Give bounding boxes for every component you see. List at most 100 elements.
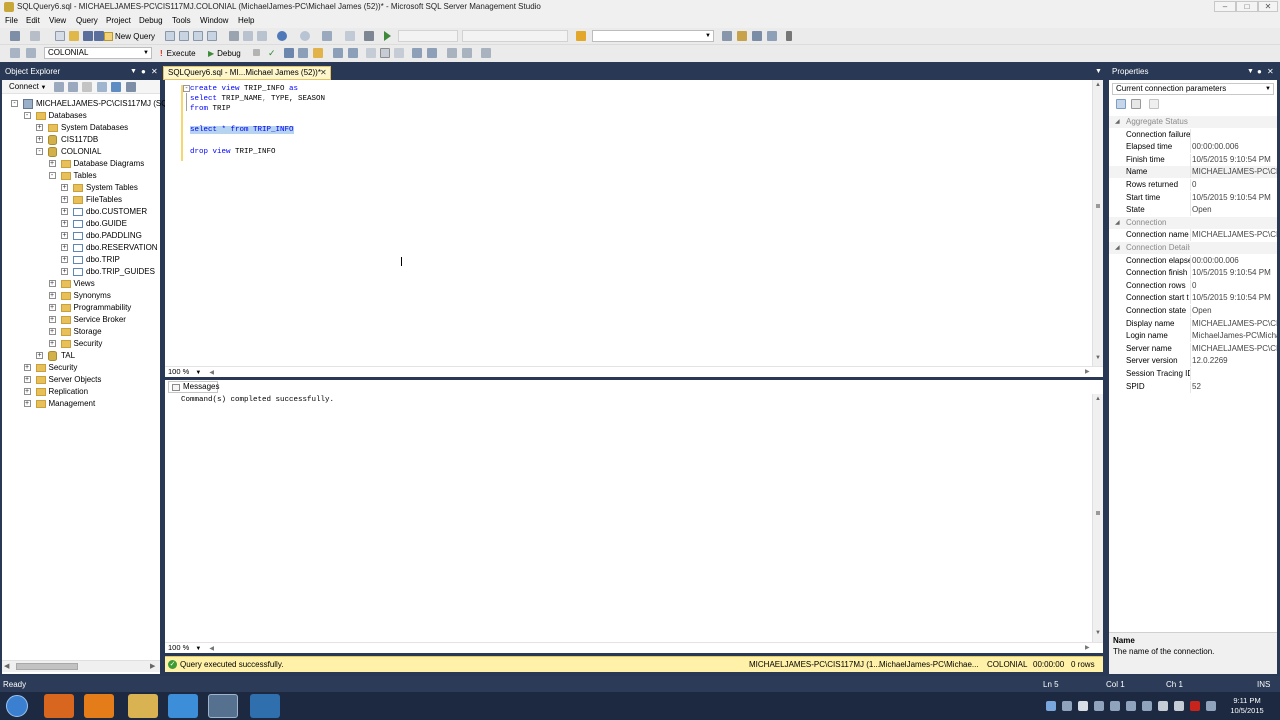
expand-icon[interactable]: + [48, 160, 56, 167]
collapse-icon[interactable]: - [23, 112, 31, 119]
expand-icon[interactable]: + [36, 136, 43, 143]
xmla-query-icon[interactable] [207, 31, 217, 41]
property-pages-icon[interactable] [1149, 99, 1159, 109]
tree-node-folder[interactable]: + Server Objects [2, 374, 160, 386]
forward-icon[interactable] [30, 31, 40, 41]
expand-icon[interactable]: + [48, 292, 56, 299]
database-select[interactable]: COLONIAL ▼ [44, 47, 152, 59]
property-row[interactable]: Server version 12.0.2269 [1109, 355, 1277, 368]
scroll-down-icon[interactable]: ▼ [1095, 630, 1101, 636]
expand-icon[interactable]: + [23, 400, 31, 407]
decrease-indent-icon[interactable] [447, 48, 457, 58]
results-grid-icon[interactable] [380, 48, 390, 58]
editor-zoom-level[interactable]: 100 % [168, 367, 189, 376]
volume-icon[interactable] [1174, 701, 1184, 711]
property-category[interactable]: ◢ Aggregate Status [1109, 116, 1277, 128]
new-file-icon[interactable] [55, 31, 65, 41]
comment-icon[interactable] [412, 48, 422, 58]
tree-node-folder[interactable]: - Databases [2, 110, 160, 122]
collapse-icon[interactable]: - [48, 172, 56, 179]
pin-icon[interactable]: ● [141, 66, 146, 78]
redo-icon[interactable] [300, 31, 310, 41]
firefox-icon[interactable] [44, 694, 74, 718]
menu-file[interactable]: File [5, 16, 18, 25]
execute-button[interactable]: ! Execute [160, 47, 196, 60]
splitter-handle[interactable] [1096, 204, 1100, 208]
query-designer-icon[interactable] [298, 48, 308, 58]
property-row[interactable]: Session Tracing ID [1109, 368, 1277, 380]
expand-icon[interactable]: + [23, 388, 31, 395]
disconnect-icon[interactable] [26, 48, 36, 58]
property-row[interactable]: SPID 52 [1109, 380, 1277, 393]
navigate-forward-icon[interactable] [345, 31, 355, 41]
tree-node-folder[interactable]: + FileTables [2, 194, 160, 206]
debug-button[interactable]: ▶ Debug [208, 47, 241, 60]
pane-options-icon[interactable]: ▼ [1247, 66, 1254, 78]
collapse-icon[interactable]: - [11, 100, 18, 107]
find-icon[interactable] [364, 31, 374, 41]
results-text-icon[interactable] [366, 48, 376, 58]
editor-vertical-scrollbar[interactable]: ▲ ▼ [1092, 80, 1103, 367]
start-icon[interactable] [384, 31, 391, 41]
results-vertical-scrollbar[interactable]: ▲ ▼ [1092, 394, 1103, 642]
alphabetical-icon[interactable] [1131, 99, 1141, 109]
tree-node-database[interactable]: + TAL [2, 350, 160, 362]
close-window-button[interactable]: ✕ [1258, 1, 1278, 12]
copy-icon[interactable] [243, 31, 253, 41]
scroll-left-icon[interactable]: ◀ [209, 646, 214, 652]
solution-platform-combo[interactable] [462, 30, 568, 42]
filter-icon[interactable] [97, 82, 107, 92]
menu-debug[interactable]: Debug [139, 16, 163, 25]
intellisense-icon[interactable] [313, 48, 323, 58]
properties-window-icon[interactable] [737, 31, 747, 41]
navigate-back-icon[interactable] [322, 31, 332, 41]
expand-icon[interactable]: + [23, 376, 31, 383]
expand-icon[interactable]: + [48, 328, 56, 335]
find-in-files-icon[interactable] [576, 31, 586, 41]
expand-icon[interactable]: + [61, 256, 68, 263]
property-category[interactable]: ◢ Connection Details [1109, 242, 1277, 254]
tree-node-folder[interactable]: + Storage [2, 326, 160, 338]
solution-config-combo[interactable] [398, 30, 458, 42]
close-pane-icon[interactable]: ✕ [1267, 66, 1274, 78]
expand-icon[interactable]: + [48, 280, 56, 287]
results-zoom-level[interactable]: 100 % [168, 643, 189, 652]
uncomment-icon[interactable] [427, 48, 437, 58]
tree-node-database[interactable]: + CIS117DB [2, 134, 160, 146]
expand-icon[interactable]: + [61, 196, 68, 203]
tree-node-table[interactable]: + dbo.TRIP [2, 254, 160, 266]
tree-node-folder[interactable]: + Views [2, 278, 160, 290]
property-row[interactable]: Connection failures [1109, 128, 1277, 141]
activity-monitor-icon[interactable] [126, 82, 136, 92]
maximize-button[interactable]: □ [1236, 1, 1258, 12]
property-row[interactable]: Connection nameMICHAELJAMES-PC\CIS117MJ [1109, 229, 1277, 242]
property-row[interactable]: State Open [1109, 204, 1277, 217]
property-row[interactable]: Connection state Open [1109, 305, 1277, 317]
tab-messages[interactable]: Messages [168, 381, 219, 393]
save-icon[interactable] [83, 31, 93, 41]
property-row[interactable]: Rows returned 0 [1109, 179, 1277, 191]
tree-node-folder[interactable]: + Security [2, 362, 160, 374]
client-stats-icon[interactable] [348, 48, 358, 58]
collapse-icon[interactable]: ◢ [1115, 242, 1120, 254]
property-row[interactable]: Display name MICHAELJAMES-PC\CIS117MJ [1109, 317, 1277, 330]
camtasia-icon[interactable] [250, 694, 280, 718]
property-row[interactable]: Server name MICHAELJAMES-PC\CIS117MJ [1109, 342, 1277, 355]
tray-icon[interactable] [1094, 701, 1104, 711]
expand-icon[interactable]: + [23, 364, 31, 371]
stop-icon[interactable] [82, 82, 92, 92]
object-explorer-icon[interactable] [752, 31, 762, 41]
open-icon[interactable] [69, 31, 79, 41]
property-row[interactable]: Connection finish 10/5/2015 9:10:54 PM [1109, 267, 1277, 280]
property-row[interactable]: Connection rows 0 [1109, 279, 1277, 292]
expand-icon[interactable]: + [61, 232, 68, 239]
menu-query[interactable]: Query [76, 16, 98, 25]
scroll-left-icon[interactable]: ◀ [4, 662, 9, 670]
adobe-tray-icon[interactable] [1190, 701, 1200, 711]
expand-icon[interactable]: + [61, 220, 68, 227]
tree-node-folder[interactable]: + System Databases [2, 122, 160, 134]
media-player-icon[interactable] [84, 694, 114, 718]
analysis-query-icon[interactable] [179, 31, 189, 41]
tree-node-server[interactable]: -MICHAELJAMES-PC\CIS117MJ (SQL Server 12… [2, 98, 365, 110]
undo-icon[interactable] [277, 31, 287, 41]
